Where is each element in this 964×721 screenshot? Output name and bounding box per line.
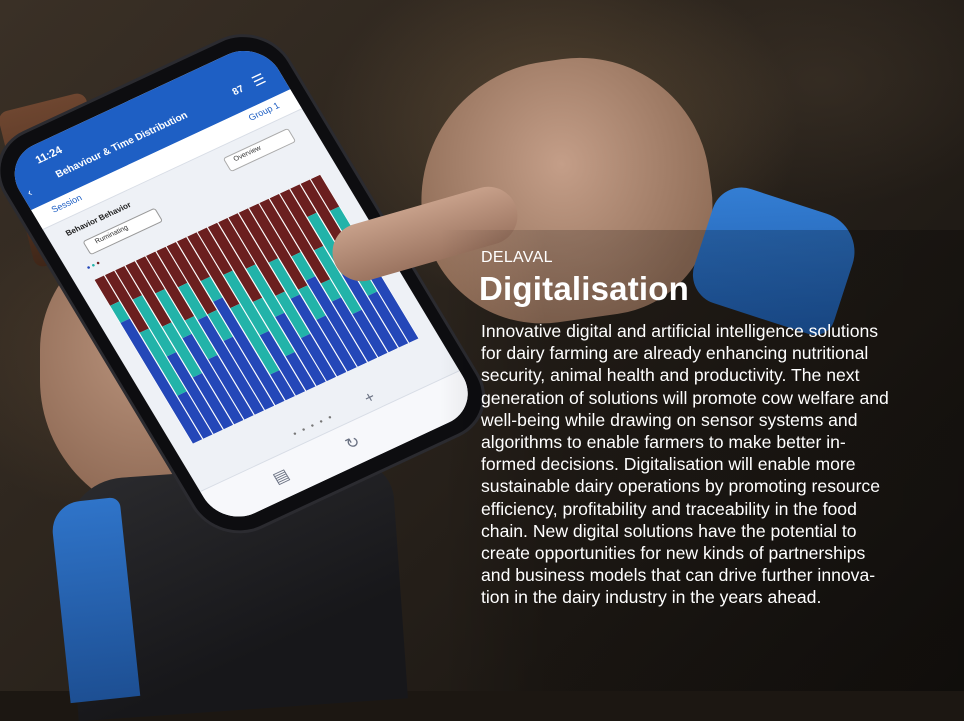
body-line: chain. New digital solutions have the po…: [481, 520, 857, 541]
body-line: formed decisions. Digitalisation will en…: [481, 454, 856, 475]
refresh-icon[interactable]: ↻: [342, 432, 365, 455]
screen-count: 87: [230, 83, 247, 98]
body-line: efficiency, profitability and traceabili…: [481, 498, 857, 519]
body-line: for dairy farming are already enhancing …: [481, 343, 869, 364]
body-line: well-being while drawing on sensor syste…: [481, 409, 858, 430]
chart-icon[interactable]: ▤: [269, 465, 293, 489]
legend-dot-red: ●: [95, 260, 102, 268]
article-kicker: DELAVAL: [481, 249, 553, 266]
body-line: create opportunities for new kinds of pa…: [481, 543, 866, 564]
body-line: algorithms to enable farmers to make bet…: [481, 432, 846, 453]
pill-label: Ruminating: [93, 224, 130, 246]
menu-icon[interactable]: ☰: [249, 70, 269, 90]
body-line: tion in the dairy industry in the years …: [481, 587, 822, 608]
body-line: Innovative digital and artificial intell…: [481, 321, 879, 341]
status-time: 11:24: [33, 144, 65, 167]
article-headline: Digitalisation: [479, 270, 689, 307]
back-chevron-icon[interactable]: ‹: [25, 187, 35, 199]
body-line: generation of solutions will promote cow…: [481, 387, 889, 408]
body-line: and business models that can drive furth…: [481, 565, 876, 586]
body-line: security, animal health and productivity…: [481, 365, 860, 386]
chart-legend: ● ● ●: [86, 260, 102, 271]
add-icon[interactable]: +: [361, 389, 379, 408]
body-line: sustainable dairy operations by promotin…: [481, 476, 881, 497]
article-body: Innovative digital and artificial intell…: [481, 320, 941, 609]
dropdown-label: Overview: [232, 144, 263, 164]
